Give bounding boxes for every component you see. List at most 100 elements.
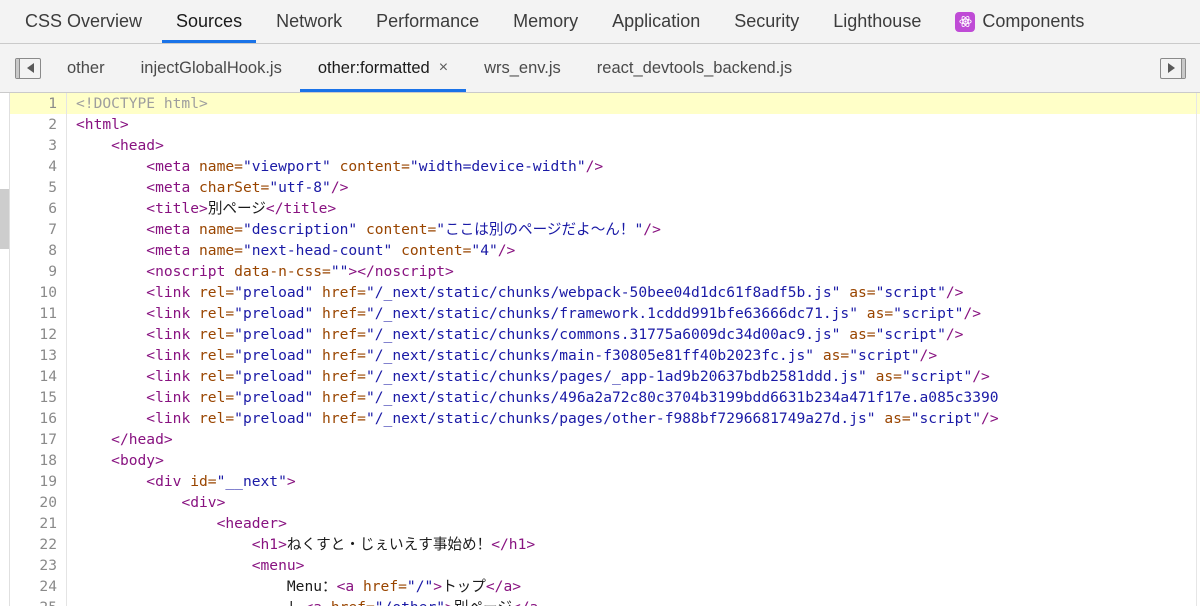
code-token-tag: </title>: [265, 200, 337, 217]
code-line[interactable]: 3 <head>: [10, 135, 1200, 156]
panel-tab-network[interactable]: Network: [259, 0, 359, 43]
line-number[interactable]: 21: [10, 513, 67, 534]
show-debugger-icon[interactable]: [1160, 57, 1186, 79]
code-line[interactable]: 16 <link rel="preload" href="/_next/stat…: [10, 408, 1200, 429]
code-token-tag: <menu>: [251, 557, 305, 574]
code-line[interactable]: 14 <link rel="preload" href="/_next/stat…: [10, 366, 1200, 387]
line-number[interactable]: 12: [10, 324, 67, 345]
code-token-attr: href=: [362, 578, 407, 595]
show-navigator-icon[interactable]: [15, 57, 41, 79]
code-line[interactable]: 21 <header>: [10, 513, 1200, 534]
panel-tab-memory[interactable]: Memory: [496, 0, 595, 43]
line-number[interactable]: 2: [10, 114, 67, 135]
code-line[interactable]: 19 <div id="__next">: [10, 471, 1200, 492]
code-line[interactable]: 13 <link rel="preload" href="/_next/stat…: [10, 345, 1200, 366]
line-number[interactable]: 15: [10, 387, 67, 408]
panel-tab-lighthouse[interactable]: Lighthouse: [816, 0, 938, 43]
line-number[interactable]: 25: [10, 597, 67, 606]
panel-icon-triangle: [20, 63, 40, 73]
code-line[interactable]: 18 <body>: [10, 450, 1200, 471]
code-token-val: "script": [875, 326, 946, 343]
line-number[interactable]: 10: [10, 282, 67, 303]
code-line[interactable]: 1 <!DOCTYPE html>: [10, 93, 1200, 114]
line-number[interactable]: 9: [10, 261, 67, 282]
panel-tab-sources[interactable]: Sources: [159, 0, 259, 43]
code-line[interactable]: 9 <noscript data-n-css=""></noscript>: [10, 261, 1200, 282]
line-number[interactable]: 3: [10, 135, 67, 156]
code-token-tag: />: [972, 368, 990, 385]
code-viewport[interactable]: 1 <!DOCTYPE html> 2 <html> 3 <head> 4 <meta n…: [10, 93, 1200, 606]
code-line[interactable]: 10 <link rel="preload" href="/_next/stat…: [10, 282, 1200, 303]
line-source: <!DOCTYPE html>: [67, 93, 1200, 114]
line-number[interactable]: 16: [10, 408, 67, 429]
panel-tab-application[interactable]: Application: [595, 0, 717, 43]
code-token-tag: />: [945, 326, 964, 343]
code-line[interactable]: 7 <meta name="description" content="ここは別…: [10, 219, 1200, 240]
line-number[interactable]: 11: [10, 303, 67, 324]
navigator-scrollbar-thumb[interactable]: [0, 189, 9, 249]
code-token-tag: <noscript: [146, 263, 235, 280]
navigator-scrollbar[interactable]: [0, 93, 10, 606]
line-number[interactable]: 7: [10, 219, 67, 240]
code-token-tag: <body>: [111, 452, 164, 469]
file-tab-react-devtools-backend-js[interactable]: react_devtools_backend.js: [579, 44, 810, 92]
line-number[interactable]: 19: [10, 471, 67, 492]
panel-tab-components[interactable]: Components: [938, 0, 1101, 43]
file-tab-wrs-env-js[interactable]: wrs_env.js: [466, 44, 579, 92]
line-number[interactable]: 8: [10, 240, 67, 261]
panel-tab-css-overview[interactable]: CSS Overview: [8, 0, 159, 43]
code-line[interactable]: 6 <title>別ページ</title>: [10, 198, 1200, 219]
panel-tab-security[interactable]: Security: [717, 0, 816, 43]
file-tab-label: wrs_env.js: [484, 58, 561, 77]
code-token-val: "": [330, 263, 349, 280]
code-line[interactable]: 12 <link rel="preload" href="/_next/stat…: [10, 324, 1200, 345]
code-line[interactable]: 4 <meta name="viewport" content="width=d…: [10, 156, 1200, 177]
code-token-attr: rel=: [199, 284, 235, 301]
line-number[interactable]: 18: [10, 450, 67, 471]
line-source: <link rel="preload" href="/_next/static/…: [67, 324, 1200, 345]
code-token-tag: <title>: [146, 200, 208, 217]
line-number[interactable]: 17: [10, 429, 67, 450]
code-line[interactable]: 17 </head>: [10, 429, 1200, 450]
code-line[interactable]: 22 <h1>ねくすと・じぇいえす事始め！</h1>: [10, 534, 1200, 555]
close-icon[interactable]: ×: [439, 60, 448, 76]
code-lines: 1 <!DOCTYPE html> 2 <html> 3 <head> 4 <meta n…: [10, 93, 1200, 606]
line-source: <link rel="preload" href="/_next/static/…: [67, 408, 1200, 429]
line-source: <link rel="preload" href="/_next/static/…: [67, 282, 1200, 303]
file-tab-other[interactable]: other: [49, 44, 123, 92]
line-number[interactable]: 20: [10, 492, 67, 513]
code-line[interactable]: 5 <meta charSet="utf-8"/>: [10, 177, 1200, 198]
line-number[interactable]: 24: [10, 576, 67, 597]
file-tab-injectglobalhook-js[interactable]: injectGlobalHook.js: [123, 44, 300, 92]
code-line[interactable]: 25 | <a href="/other">別ページ</a: [10, 597, 1200, 606]
code-line[interactable]: 11 <link rel="preload" href="/_next/stat…: [10, 303, 1200, 324]
code-line[interactable]: 8 <meta name="next-head-count" content="…: [10, 240, 1200, 261]
code-line[interactable]: 15 <link rel="preload" href="/_next/stat…: [10, 387, 1200, 408]
line-number[interactable]: 5: [10, 177, 67, 198]
code-line[interactable]: 23 <menu>: [10, 555, 1200, 576]
panel-tab-performance[interactable]: Performance: [359, 0, 496, 43]
file-tab-other-formatted[interactable]: other:formatted ×: [299, 44, 467, 92]
code-token-tag: </a: [512, 599, 538, 606]
source-code-editor[interactable]: 1 <!DOCTYPE html> 2 <html> 3 <head> 4 <meta n…: [0, 93, 1200, 606]
line-number[interactable]: 22: [10, 534, 67, 555]
code-token-attr: href=: [313, 368, 366, 385]
line-number[interactable]: 23: [10, 555, 67, 576]
code-token-attr: content=: [357, 221, 437, 238]
line-number[interactable]: 13: [10, 345, 67, 366]
code-token-tag: <div: [146, 473, 191, 490]
file-tab-list: other injectGlobalHook.js other:formatted ×…: [49, 44, 810, 92]
line-number[interactable]: 1: [10, 93, 67, 114]
line-number[interactable]: 4: [10, 156, 67, 177]
code-line[interactable]: 20 <div>: [10, 492, 1200, 513]
code-line[interactable]: 2 <html>: [10, 114, 1200, 135]
line-number[interactable]: 6: [10, 198, 67, 219]
line-number[interactable]: 14: [10, 366, 67, 387]
code-token-tag: <link: [146, 305, 200, 322]
code-line[interactable]: 24 Menu：<a href="/">トップ</a>: [10, 576, 1200, 597]
